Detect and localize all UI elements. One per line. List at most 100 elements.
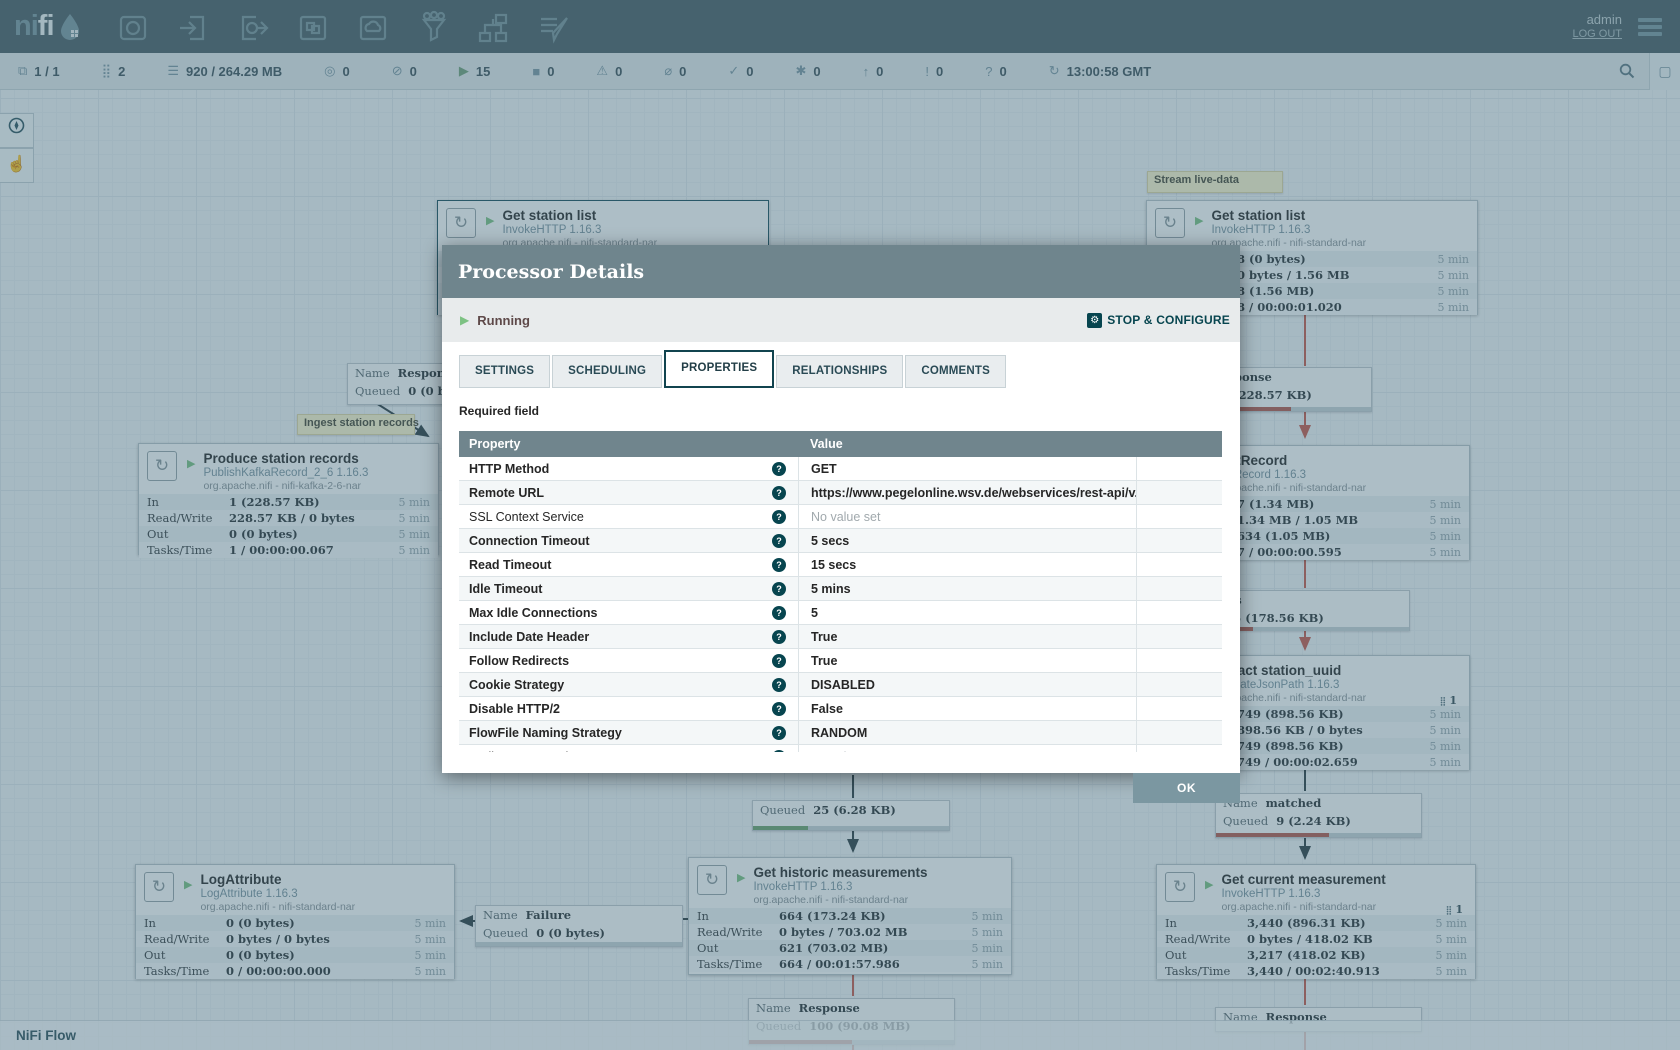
tab-scheduling[interactable]: SCHEDULING xyxy=(552,355,662,388)
property-name: Connection Timeout xyxy=(469,534,590,548)
tab-settings[interactable]: SETTINGS xyxy=(459,355,550,388)
property-name: Max Idle Connections xyxy=(469,606,598,620)
property-name: Follow Redirects xyxy=(469,654,569,668)
help-icon[interactable]: ? xyxy=(772,630,786,644)
dialog-title: Processor Details xyxy=(458,261,644,283)
property-value: 5 xyxy=(811,606,818,620)
property-actions-cell xyxy=(1136,577,1222,600)
property-name-cell: HTTP Method? xyxy=(459,462,798,476)
property-column-header: Property xyxy=(459,437,798,451)
property-actions-cell xyxy=(1136,697,1222,720)
help-icon[interactable]: ? xyxy=(772,558,786,572)
processor-details-dialog: Processor Details ▶ Running ⚙ STOP & CON… xyxy=(442,245,1240,773)
dialog-header: Processor Details xyxy=(442,245,1240,298)
property-actions-cell xyxy=(1136,649,1222,672)
property-name-cell: Follow Redirects? xyxy=(459,654,798,668)
property-value: No value set xyxy=(811,750,880,753)
property-actions-cell xyxy=(1136,481,1222,504)
property-value-cell: True xyxy=(798,649,1136,672)
properties-table-body: HTTP Method? GET Remote URL? https://www.pe… xyxy=(459,457,1222,752)
running-status-icon: ▶ xyxy=(460,313,469,327)
property-value-cell: No value set xyxy=(798,745,1136,752)
required-field-hint: Required field xyxy=(459,404,1240,418)
property-name: Include Date Header xyxy=(469,630,589,644)
property-value: 15 secs xyxy=(811,558,856,572)
property-row: Cookie Strategy? DISABLED xyxy=(459,673,1222,697)
property-value: GET xyxy=(811,462,837,476)
property-row: Include Date Header? True xyxy=(459,625,1222,649)
tab-relationships[interactable]: RELATIONSHIPS xyxy=(776,355,903,388)
property-value-cell: 5 secs xyxy=(798,529,1136,552)
properties-table: Property Value HTTP Method? GET Remote URL… xyxy=(459,431,1222,752)
property-value: DISABLED xyxy=(811,678,875,692)
property-name: Attributes to Send xyxy=(469,750,568,753)
help-icon[interactable]: ? xyxy=(772,678,786,692)
property-row: Max Idle Connections? 5 xyxy=(459,601,1222,625)
help-icon[interactable]: ? xyxy=(772,726,786,740)
property-value-cell: https://www.pegelonline.wsv.de/webservic… xyxy=(798,481,1136,504)
property-value: False xyxy=(811,702,843,716)
property-row: FlowFile Naming Strategy? RANDOM xyxy=(459,721,1222,745)
dialog-status-bar: ▶ Running ⚙ STOP & CONFIGURE xyxy=(442,298,1240,342)
property-name-cell: Attributes to Send? xyxy=(459,750,798,753)
property-actions-cell xyxy=(1136,673,1222,696)
ok-button[interactable]: OK xyxy=(1133,773,1240,803)
property-actions-cell xyxy=(1136,529,1222,552)
property-row: Connection Timeout?5 secs xyxy=(459,529,1222,553)
property-actions-cell xyxy=(1136,457,1222,480)
property-value: True xyxy=(811,654,837,668)
property-row: Idle Timeout?5 mins xyxy=(459,577,1222,601)
stop-and-configure-button[interactable]: ⚙ STOP & CONFIGURE xyxy=(1087,313,1230,328)
property-name: Disable HTTP/2 xyxy=(469,702,560,716)
property-name-cell: Read Timeout? xyxy=(459,558,798,572)
help-icon[interactable]: ? xyxy=(772,606,786,620)
properties-table-header: Property Value xyxy=(459,431,1222,457)
property-row: Read Timeout? 15 secs xyxy=(459,553,1222,577)
property-value-cell: True xyxy=(798,625,1136,648)
property-actions-cell xyxy=(1136,745,1222,752)
property-name: Remote URL xyxy=(469,486,544,500)
dialog-tabs: SETTINGSSCHEDULINGPROPERTIESRELATIONSHIP… xyxy=(459,352,1240,388)
running-status-text: Running xyxy=(477,313,530,328)
property-name-cell: Remote URL? xyxy=(459,486,798,500)
property-value-cell: False xyxy=(798,697,1136,720)
property-name: HTTP Method xyxy=(469,462,549,476)
help-icon[interactable]: ? xyxy=(772,510,786,524)
property-name: FlowFile Naming Strategy xyxy=(469,726,622,740)
property-name-cell: FlowFile Naming Strategy? xyxy=(459,726,798,740)
help-icon[interactable]: ? xyxy=(772,750,786,753)
property-name: Cookie Strategy xyxy=(469,678,564,692)
property-actions-cell xyxy=(1136,601,1222,624)
property-name-cell: SSL Context Service? xyxy=(459,510,798,524)
help-icon[interactable]: ? xyxy=(772,462,786,476)
property-name-cell: Max Idle Connections? xyxy=(459,606,798,620)
property-actions-cell xyxy=(1136,625,1222,648)
help-icon[interactable]: ? xyxy=(772,534,786,548)
property-value: RANDOM xyxy=(811,726,867,740)
value-column-header: Value xyxy=(798,437,1136,451)
property-row: Disable HTTP/2? False xyxy=(459,697,1222,721)
property-name: Idle Timeout xyxy=(469,582,542,596)
tab-comments[interactable]: COMMENTS xyxy=(905,355,1006,388)
property-name-cell: Idle Timeout? xyxy=(459,582,798,596)
tab-properties[interactable]: PROPERTIES xyxy=(664,350,774,388)
property-name-cell: Cookie Strategy? xyxy=(459,678,798,692)
property-value: No value set xyxy=(811,510,880,524)
property-row: HTTP Method? GET xyxy=(459,457,1222,481)
property-row: Remote URL? https://www.pegelonline.wsv.d… xyxy=(459,481,1222,505)
help-icon[interactable]: ? xyxy=(772,702,786,716)
property-name-cell: Connection Timeout? xyxy=(459,534,798,548)
property-row: Attributes to Send? No value set xyxy=(459,745,1222,752)
property-name: Read Timeout xyxy=(469,558,551,572)
property-actions-cell xyxy=(1136,505,1222,528)
property-value-cell: GET xyxy=(798,457,1136,480)
property-value-cell: No value set xyxy=(798,505,1136,528)
property-value-cell: 5 mins xyxy=(798,577,1136,600)
help-icon[interactable]: ? xyxy=(772,582,786,596)
property-value: True xyxy=(811,630,837,644)
property-name-cell: Include Date Header? xyxy=(459,630,798,644)
property-value: https://www.pegelonline.wsv.de/webservic… xyxy=(811,486,1136,500)
help-icon[interactable]: ? xyxy=(772,486,786,500)
property-name: SSL Context Service xyxy=(469,510,584,524)
help-icon[interactable]: ? xyxy=(772,654,786,668)
